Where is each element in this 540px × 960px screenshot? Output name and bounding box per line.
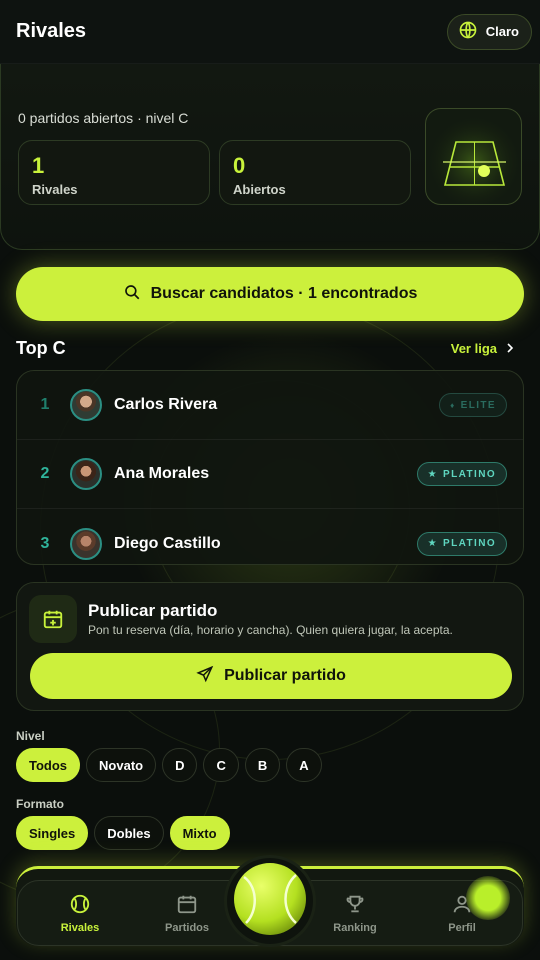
globe-icon bbox=[458, 20, 478, 43]
search-button-label: Buscar candidatos · 1 encontrados bbox=[150, 285, 418, 302]
player-name: Carlos Rivera bbox=[114, 396, 218, 413]
nav-label: Rivales bbox=[60, 922, 100, 934]
publish-match-card: Publicar partido Pon tu reserva (día, ho… bbox=[16, 582, 524, 711]
tier-badge: ★ PLATINO bbox=[416, 531, 507, 556]
star-icon: ★ bbox=[427, 468, 439, 480]
decorative-glow bbox=[466, 876, 510, 920]
chip-format-dobles[interactable]: Dobles bbox=[94, 816, 164, 850]
format-filter-label: Formato bbox=[16, 797, 64, 811]
rank-number: 3 bbox=[40, 534, 50, 552]
tier-label: PLATINO bbox=[443, 468, 496, 480]
chip-level-novato[interactable]: Novato bbox=[86, 748, 157, 782]
ranking-list: 1 Carlos Rivera ♦ ELITE 2 Ana Morales ★ … bbox=[16, 370, 524, 565]
avatar bbox=[70, 527, 102, 560]
see-league-link[interactable]: Ver liga bbox=[451, 341, 515, 356]
player-name: Diego Castillo bbox=[114, 534, 221, 552]
chip-level-d[interactable]: D bbox=[162, 748, 198, 782]
tennis-court-icon bbox=[425, 108, 522, 205]
nav-item-rivales[interactable]: Rivales bbox=[40, 893, 120, 934]
ranking-row[interactable]: 2 Ana Morales ★ PLATINO bbox=[17, 440, 523, 509]
nav-item-partidos[interactable]: Partidos bbox=[147, 893, 227, 934]
level-filter-label: Nivel bbox=[16, 729, 45, 743]
chip-level-c[interactable]: C bbox=[203, 748, 239, 782]
rank-number: 1 bbox=[40, 396, 50, 413]
theme-toggle-button[interactable]: Claro bbox=[446, 13, 532, 50]
publish-description: Pon tu reserva (día, horario y cancha). … bbox=[88, 623, 453, 637]
search-icon bbox=[123, 283, 141, 306]
top-bar: Rivales Claro bbox=[0, 0, 540, 64]
tier-badge: ♦ ELITE bbox=[439, 393, 507, 417]
tier-label: ELITE bbox=[460, 399, 496, 411]
star-icon: ★ bbox=[427, 538, 439, 549]
player-name: Ana Morales bbox=[114, 465, 210, 482]
publish-match-button[interactable]: Publicar partido bbox=[30, 653, 512, 699]
publish-button-label: Publicar partido bbox=[224, 667, 346, 684]
nav-item-ranking[interactable]: Ranking bbox=[315, 893, 395, 934]
format-filter-chips: Singles Dobles Mixto bbox=[16, 816, 230, 850]
theme-toggle-label: Claro bbox=[485, 24, 519, 39]
rank-number: 2 bbox=[40, 465, 50, 482]
chevron-right-icon bbox=[505, 341, 515, 356]
chip-format-mixto[interactable]: Mixto bbox=[169, 816, 230, 850]
stat-value: 1 bbox=[32, 153, 45, 178]
calendar-add-icon bbox=[29, 595, 77, 643]
stat-abiertos: 0 Abiertos bbox=[219, 140, 411, 205]
chip-level-todos[interactable]: Todos bbox=[16, 748, 81, 782]
tier-label: PLATINO bbox=[443, 538, 496, 549]
chip-format-singles[interactable]: Singles bbox=[16, 816, 89, 850]
tennis-ball-icon bbox=[69, 893, 91, 918]
avatar bbox=[70, 458, 102, 490]
trophy-icon bbox=[344, 893, 366, 918]
avatar bbox=[70, 389, 102, 421]
summary-card: 0 partidos abiertos · nivel C 1 Rivales … bbox=[0, 64, 540, 250]
stat-value: 0 bbox=[233, 153, 246, 178]
nav-label: Ranking bbox=[333, 922, 377, 934]
level-filter-chips: Todos Novato D C B A bbox=[16, 748, 322, 782]
center-action-button[interactable] bbox=[227, 858, 313, 944]
see-league-label: Ver liga bbox=[450, 341, 497, 356]
diamond-icon: ♦ bbox=[450, 400, 456, 410]
stat-label: Rivales bbox=[32, 182, 78, 197]
tennis-ball-icon bbox=[232, 861, 308, 942]
summary-subtitle: 0 partidos abiertos · nivel C bbox=[18, 110, 189, 126]
stat-rivales: 1 Rivales bbox=[18, 140, 210, 205]
nav-label: Perfil bbox=[448, 922, 476, 934]
search-candidates-button[interactable]: Buscar candidatos · 1 encontrados bbox=[16, 267, 524, 321]
chip-level-a[interactable]: A bbox=[286, 748, 322, 782]
ranking-row[interactable]: 3 Diego Castillo ★ PLATINO bbox=[17, 509, 523, 564]
page-title: Rivales bbox=[16, 20, 87, 42]
calendar-icon bbox=[176, 893, 198, 918]
chip-level-b[interactable]: B bbox=[244, 748, 281, 782]
tier-badge: ★ PLATINO bbox=[416, 462, 507, 486]
stat-label: Abiertos bbox=[233, 182, 286, 197]
section-title-top: Top C bbox=[16, 338, 66, 358]
nav-label: Partidos bbox=[164, 922, 209, 934]
ranking-row[interactable]: 1 Carlos Rivera ♦ ELITE bbox=[17, 371, 523, 440]
publish-title: Publicar partido bbox=[88, 601, 218, 620]
send-icon bbox=[196, 665, 214, 688]
